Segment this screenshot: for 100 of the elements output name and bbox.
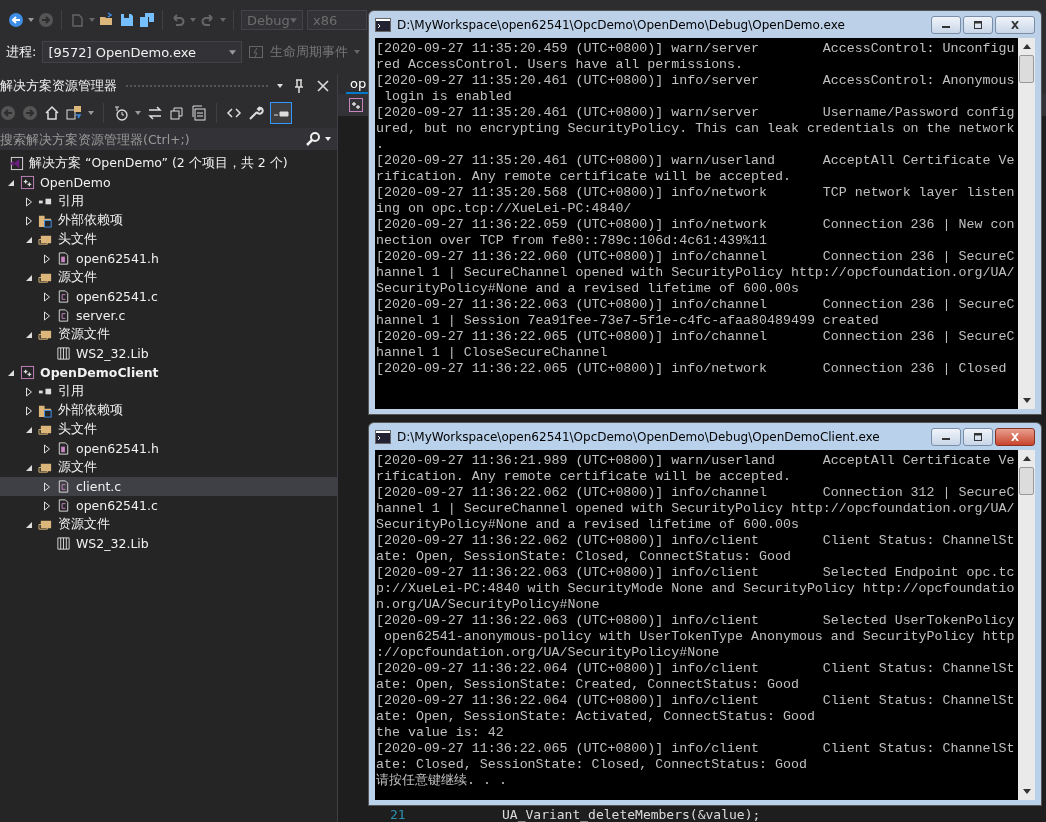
tree-item[interactable]: 解决方案 “OpenDemo” (2 个项目，共 2 个): [0, 154, 337, 173]
tree-item-label: client.c: [76, 479, 122, 494]
close-icon[interactable]: [315, 78, 331, 94]
redo-icon[interactable]: [200, 12, 216, 28]
collapsed-arrow-icon[interactable]: [43, 481, 51, 492]
library-icon: [56, 536, 71, 551]
console-line: [2020-09-27 11:36:22.064 (UTC+0800)] info/client Client Status: ChannelSt: [376, 661, 1016, 677]
process-dropdown[interactable]: [9572] OpenDemo.exe: [42, 41, 243, 63]
console-line: [2020-09-27 11:35:20.461 (UTC+0800)] warn/userland AcceptAll Certificate Ve: [376, 153, 1016, 169]
collapsed-arrow-icon[interactable]: [43, 253, 51, 264]
tree-item[interactable]: open62541.c: [0, 496, 337, 515]
sync-icon[interactable]: [66, 105, 82, 121]
caret-icon[interactable]: [277, 84, 283, 88]
collapsed-arrow-icon[interactable]: [25, 405, 33, 416]
close-icon: [1009, 20, 1021, 29]
collapsed-arrow-icon[interactable]: [43, 291, 51, 302]
wrench-icon[interactable]: [248, 105, 264, 121]
console-line: SecurityPolicy#None and a revised lifetime of 600.00s: [376, 517, 800, 533]
tree-item[interactable]: 源文件: [0, 268, 337, 287]
tree-item-label: OpenDemoClient: [40, 365, 159, 380]
scroll-thumb[interactable]: [1019, 55, 1034, 83]
home-icon[interactable]: [44, 105, 60, 121]
code-line: UA_Variant_deleteMembers(&value);: [502, 806, 761, 822]
close-icon: [1009, 432, 1021, 441]
tree-item[interactable]: 引用: [0, 382, 337, 401]
history-icon[interactable]: [113, 105, 129, 121]
scrollbar[interactable]: [1018, 450, 1035, 800]
scroll-down-icon[interactable]: [1022, 398, 1031, 403]
window-title: D:\MyWorkspace\open62541\OpcDemo\OpenDemo\Debug\OpenDemoClient.exe: [397, 429, 881, 444]
scroll-up-icon[interactable]: [1022, 44, 1031, 49]
minimize-button[interactable]: [931, 15, 961, 34]
tree-item[interactable]: open62541.c: [0, 287, 337, 306]
console-line: [2020-09-27 11:36:21.989 (UTC+0800)] warn/userland AcceptAll Certificate Ve: [376, 453, 1016, 469]
lifecycle-icon[interactable]: [248, 44, 265, 60]
tree-item[interactable]: 外部依赖项: [0, 211, 337, 230]
tree-item[interactable]: WS2_32.Lib: [0, 344, 337, 363]
tree-item-label: open62541.c: [76, 289, 158, 304]
caret-icon[interactable]: [28, 18, 34, 22]
tree-item[interactable]: 源文件: [0, 458, 337, 477]
collapse-icon[interactable]: [169, 105, 185, 121]
tree-item[interactable]: server.c: [0, 306, 337, 325]
maximize-icon: [972, 432, 984, 441]
tree-item[interactable]: 头文件: [0, 230, 337, 249]
tree-item-label: 资源文件: [58, 326, 110, 343]
console-line: [2020-09-27 11:36:22.063 (UTC+0800)] info/client Selected UserTokenPolicy: [376, 613, 1016, 629]
process-label: 进程:: [6, 43, 37, 61]
tree-item-label: open62541.h: [76, 251, 159, 266]
search-field[interactable]: 搜索解决方案资源管理器(Ctrl+;): [0, 128, 337, 150]
undo-icon[interactable]: [170, 12, 186, 28]
tree-item[interactable]: OpenDemoClient: [0, 363, 337, 382]
minimize-button[interactable]: [931, 427, 961, 446]
collapsed-arrow-icon[interactable]: [43, 310, 51, 321]
tree-item-label: 头文件: [58, 231, 97, 248]
open-folder-icon[interactable]: [99, 12, 115, 28]
tree-item-label: OpenDemo: [40, 175, 111, 190]
scroll-down-icon[interactable]: [1022, 789, 1031, 794]
close-button[interactable]: [995, 427, 1035, 446]
switch-arrows-icon[interactable]: [147, 105, 163, 121]
tree-item[interactable]: 资源文件: [0, 515, 337, 534]
library-icon: [56, 346, 71, 361]
tree-item[interactable]: open62541.h: [0, 249, 337, 268]
collapsed-arrow-icon[interactable]: [25, 215, 33, 226]
maximize-button[interactable]: [963, 15, 993, 34]
collapsed-arrow-icon[interactable]: [43, 443, 51, 454]
tree-item-label: 引用: [58, 383, 84, 400]
console-line: .: [376, 137, 385, 153]
tree-item[interactable]: open62541.h: [0, 439, 337, 458]
caret-icon[interactable]: [325, 137, 331, 141]
preview-toggle-button[interactable]: [270, 102, 292, 124]
panel-title: 解决方案资源管理器: [0, 77, 117, 95]
scroll-thumb[interactable]: [1019, 467, 1034, 495]
collapsed-arrow-icon[interactable]: [43, 500, 51, 511]
window-title: D:\MyWorkspace\open62541\OpcDemo\OpenDemo\Debug\OpenDemo.exe: [397, 17, 846, 32]
save-icon[interactable]: [119, 12, 135, 28]
tree-item[interactable]: 资源文件: [0, 325, 337, 344]
caret-icon[interactable]: [135, 111, 141, 115]
copy-icon[interactable]: [191, 105, 207, 121]
tree-item-label: WS2_32.Lib: [76, 536, 149, 551]
close-button[interactable]: [995, 15, 1035, 34]
tree-item[interactable]: WS2_32.Lib: [0, 534, 337, 553]
back-icon[interactable]: [8, 12, 24, 28]
console-line: [2020-09-27 11:36:22.062 (UTC+0800)] info/channel Connection 312 | SecureC: [376, 485, 1016, 501]
scroll-up-icon[interactable]: [1022, 456, 1031, 461]
tree-item[interactable]: client.c: [0, 477, 337, 496]
tree-item[interactable]: OpenDemo: [0, 173, 337, 192]
tree-item[interactable]: 引用: [0, 192, 337, 211]
caret-icon[interactable]: [88, 111, 94, 115]
header-file-icon: [56, 441, 71, 456]
collapsed-arrow-icon[interactable]: [25, 386, 33, 397]
save-all-icon[interactable]: [139, 12, 155, 28]
tree-item[interactable]: 外部依赖项: [0, 401, 337, 420]
search-icon[interactable]: [305, 131, 321, 147]
tree-item[interactable]: 头文件: [0, 420, 337, 439]
scrollbar[interactable]: [1018, 38, 1035, 409]
collapsed-arrow-icon[interactable]: [25, 196, 33, 207]
preview-icon: [273, 109, 289, 117]
header-file-icon: [56, 251, 71, 266]
console-line: n.org/UA/SecurityPolicy#None: [376, 597, 601, 613]
console-line: [2020-09-27 11:35:20.459 (UTC+0800)] warn/server AccessControl: Unconfigu: [376, 41, 1016, 57]
maximize-button[interactable]: [963, 427, 993, 446]
